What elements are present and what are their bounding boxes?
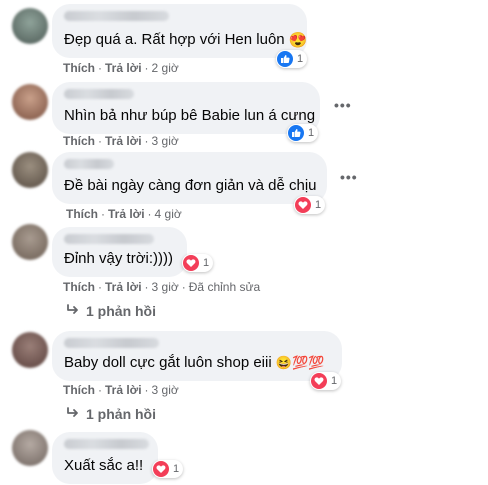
comment-bubble: Xuất sắc a!! xyxy=(52,432,158,484)
comment-actions: Thích · Trả lời · 3 giờ xyxy=(63,134,179,148)
avatar[interactable] xyxy=(12,8,48,44)
comment-text: Đề bài ngày càng đơn giản và dễ chịu xyxy=(64,177,317,194)
comment-actions: Thích · Trả lời · 2 giờ xyxy=(63,61,179,75)
comment-bubble: Đề bài ngày càng đơn giản và dễ chịu xyxy=(52,152,327,204)
timestamp[interactable]: 4 giờ xyxy=(155,207,182,221)
commenter-name-blurred[interactable] xyxy=(64,234,154,244)
reaction-count: 1 xyxy=(297,53,304,65)
comment-text: Baby doll cực gắt luôn shop eiii 😆💯💯 xyxy=(64,354,325,371)
reaction-count: 1 xyxy=(331,375,338,387)
reaction-count: 1 xyxy=(308,127,315,139)
commenter-name-blurred[interactable] xyxy=(64,338,159,348)
comment-actions: Thích · Trả lời · 3 giờ xyxy=(63,383,179,397)
avatar[interactable] xyxy=(12,224,48,260)
reply-link[interactable]: Trả lời xyxy=(105,61,142,75)
reaction-badge[interactable]: 1 xyxy=(182,254,214,272)
comment-actions: Thích · Trả lời · 3 giờ · Đã chỉnh sửa xyxy=(63,280,261,294)
commenter-name-blurred[interactable] xyxy=(64,11,169,21)
like-link[interactable]: Thích xyxy=(63,280,95,294)
heart-icon xyxy=(183,255,199,271)
like-link[interactable]: Thích xyxy=(63,134,95,148)
reaction-badge[interactable]: 1 xyxy=(310,372,342,390)
timestamp[interactable]: 3 giờ xyxy=(152,383,179,397)
reaction-count: 1 xyxy=(203,257,210,269)
edited-label: Đã chỉnh sửa xyxy=(188,280,261,294)
comment-bubble: Đỉnh vậy trời:)))) xyxy=(52,227,187,277)
like-link[interactable]: Thích xyxy=(63,61,95,75)
comment-actions: Thích · Trả lời · 4 giờ xyxy=(66,207,182,221)
heart-icon xyxy=(153,461,169,477)
reaction-badge[interactable]: 1 xyxy=(287,124,319,142)
like-icon xyxy=(277,51,293,67)
reply-link[interactable]: Trả lời xyxy=(105,134,142,148)
reply-link[interactable]: Trả lời xyxy=(108,207,145,221)
comment-bubble: Baby doll cực gắt luôn shop eiii 😆💯💯 xyxy=(52,331,342,381)
reaction-count: 1 xyxy=(315,199,322,211)
like-link[interactable]: Thích xyxy=(66,207,98,221)
reaction-badge[interactable]: 1 xyxy=(276,50,308,68)
view-replies-link[interactable]: 1 phản hồi xyxy=(66,303,156,319)
more-options-button[interactable]: ••• xyxy=(334,97,352,113)
avatar[interactable] xyxy=(12,84,48,120)
avatar[interactable] xyxy=(12,430,48,466)
view-replies-link[interactable]: 1 phản hồi xyxy=(66,406,156,422)
heart-icon xyxy=(295,197,311,213)
commenter-name-blurred[interactable] xyxy=(64,439,149,449)
more-options-button[interactable]: ••• xyxy=(340,169,358,185)
heart-icon xyxy=(311,373,327,389)
reply-arrow-icon xyxy=(66,303,80,319)
comment-text: Xuất sắc a!! xyxy=(64,457,144,474)
like-link[interactable]: Thích xyxy=(63,383,95,397)
commenter-name-blurred[interactable] xyxy=(64,89,134,99)
laughing-hundred-emoji: 😆💯💯 xyxy=(275,355,325,371)
avatar[interactable] xyxy=(12,332,48,368)
commenter-name-blurred[interactable] xyxy=(64,159,114,169)
avatar[interactable] xyxy=(12,152,48,188)
timestamp[interactable]: 3 giờ xyxy=(152,280,179,294)
reply-link[interactable]: Trả lời xyxy=(105,280,142,294)
comment-text: Đẹp quá a. Rất hợp với Hen luôn 😍 xyxy=(64,31,308,50)
reaction-count: 1 xyxy=(173,463,180,475)
comment-bubble: Đẹp quá a. Rất hợp với Hen luôn 😍 xyxy=(52,4,308,58)
comment-bubble: Nhìn bả như búp bê Babie lun á cưng xyxy=(52,82,320,134)
timestamp[interactable]: 2 giờ xyxy=(152,61,179,75)
reply-arrow-icon xyxy=(66,406,80,422)
comment-text: Đỉnh vậy trời:)))) xyxy=(64,250,174,267)
reply-link[interactable]: Trả lời xyxy=(105,383,142,397)
like-icon xyxy=(288,125,304,141)
reaction-badge[interactable]: 1 xyxy=(152,460,184,478)
timestamp[interactable]: 3 giờ xyxy=(152,134,179,148)
reaction-badge[interactable]: 1 xyxy=(294,196,326,214)
heart-eyes-emoji: 😍 xyxy=(288,32,308,50)
comment-text: Nhìn bả như búp bê Babie lun á cưng xyxy=(64,107,316,124)
